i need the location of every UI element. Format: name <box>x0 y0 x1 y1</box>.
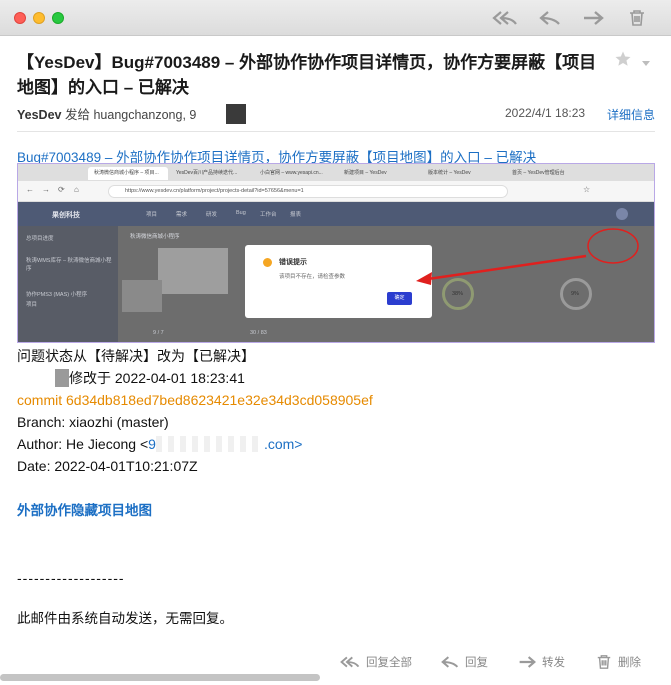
minimize-window-button[interactable] <box>33 12 45 24</box>
horizontal-scrollbar[interactable] <box>0 674 320 681</box>
zoom-window-button[interactable] <box>52 12 64 24</box>
author-email-start[interactable]: 9 <box>148 436 156 452</box>
forward-icon <box>519 656 536 668</box>
reply-label: 回复 <box>465 657 488 669</box>
red-arrow-annotation <box>427 254 587 281</box>
author-email-end[interactable]: .com> <box>264 436 303 452</box>
red-circle-annotation <box>587 228 639 264</box>
recipient-list[interactable]: huangchanzong, 9 <box>93 108 196 122</box>
annotation-overlay <box>416 228 639 285</box>
star-icon[interactable] <box>614 50 632 73</box>
status-line: 问题状态从【待解决】改为【已解决】 <box>17 348 255 364</box>
email-meta: YesDev 发给 huangchanzong, 9 <box>17 103 246 124</box>
forward-button[interactable]: 转发 <box>518 652 565 672</box>
close-window-button[interactable] <box>14 12 26 24</box>
details-link[interactable]: 详细信息 <box>607 106 655 123</box>
branch-line: Branch: xiaozhi (master) <box>17 414 169 430</box>
chevron-down-icon[interactable] <box>641 55 651 73</box>
forward-label: 转发 <box>542 657 565 669</box>
date-line: Date: 2022-04-01T10:21:07Z <box>17 458 198 474</box>
author-prefix: Author: He Jiecong < <box>17 436 149 452</box>
window-titlebar <box>0 0 671 36</box>
sender-name[interactable]: YesDev <box>17 108 61 122</box>
modified-line: 修改于 2022-04-01 18:23:41 <box>17 367 373 389</box>
trash-icon[interactable] <box>624 7 650 29</box>
forward-icon[interactable] <box>580 7 606 29</box>
reply-icon[interactable] <box>537 7 563 29</box>
embedded-screenshot: 秋涛微信商城小程序 – 项目... YesDev百川产品持续迭代... 小白官网… <box>17 163 655 343</box>
trash-icon <box>597 655 611 669</box>
reply-all-icon <box>340 656 360 668</box>
reply-all-button[interactable]: 回复全部 <box>340 652 412 672</box>
redaction-block <box>17 368 69 387</box>
hidden-map-link[interactable]: 外部协作隐藏项目地图 <box>17 499 152 519</box>
email-body: 问题状态从【待解决】改为【已解决】 修改于 2022-04-01 18:23:4… <box>17 345 373 477</box>
commit-line[interactable]: commit 6d34db818ed7bed8623421e32e34d3cd0… <box>17 389 373 411</box>
email-date: 2022/4/1 18:23 <box>505 106 586 120</box>
reply-all-label: 回复全部 <box>366 657 412 669</box>
reply-icon <box>441 656 459 668</box>
sent-to-label: 发给 <box>64 108 90 122</box>
email-subject: 【YesDev】Bug#7003489 – 外部协作协作项目详情页，协作方要屏蔽… <box>17 53 597 97</box>
modified-text: 修改于 2022-04-01 18:23:41 <box>69 370 245 386</box>
footer-actions: 回复全部 回复 转发 删除 <box>0 650 671 674</box>
reply-all-icon[interactable] <box>492 7 518 29</box>
delete-label: 删除 <box>618 657 641 669</box>
header-divider <box>17 131 655 132</box>
arrow-head-icon <box>416 272 432 285</box>
redaction-block <box>155 435 264 452</box>
dashes-divider: ------------------- <box>17 570 125 586</box>
redaction-block <box>225 103 246 124</box>
reply-button[interactable]: 回复 <box>441 652 488 672</box>
author-line: Author: He Jiecong <9 .com> <box>17 433 373 455</box>
auto-notice: 此邮件由系统自动发送，无需回复。 <box>17 611 233 626</box>
delete-button[interactable]: 删除 <box>596 652 641 672</box>
